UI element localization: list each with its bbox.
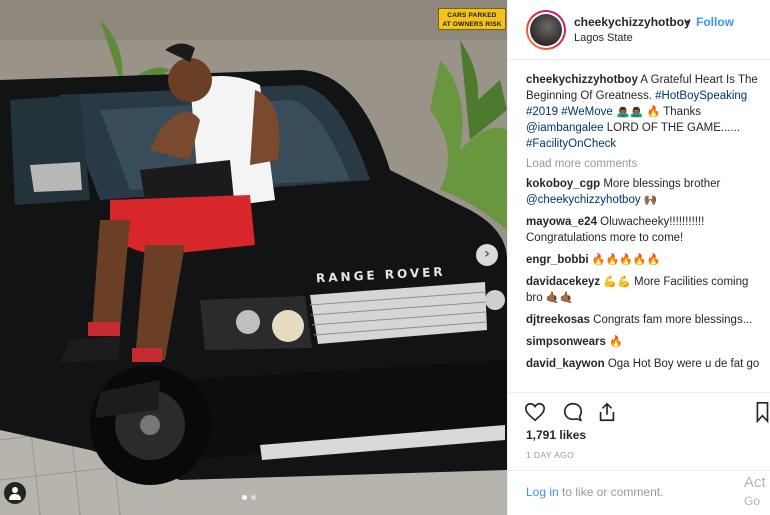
next-photo-button[interactable]: ›	[476, 244, 498, 266]
comment-item: davidacekeyz 💪💪 More Facilities coming b…	[526, 274, 764, 306]
carousel-dot-2	[251, 495, 256, 500]
comment-username[interactable]: djtreekosas	[526, 314, 590, 326]
post-sidebar: cheekychizzyhotboy • Follow Lagos State …	[507, 0, 770, 515]
bookmark-icon[interactable]	[755, 401, 769, 423]
mention-link[interactable]: @iambangalee	[526, 122, 604, 134]
post-header: cheekychizzyhotboy • Follow Lagos State	[508, 0, 770, 60]
post-photo[interactable]: CARS PARKED AT OWNERS RISK RANGE ROVER ›	[0, 0, 507, 515]
post-actions-bar	[508, 392, 770, 428]
login-prompt: Log in to like or comment.	[508, 470, 770, 515]
comment-item: david_kaywon Oga Hot Boy were u de fat g…	[526, 356, 764, 372]
hashtag-link[interactable]: #2019	[526, 106, 558, 118]
post-caption: cheekychizzyhotboy A Grateful Heart Is T…	[526, 72, 764, 152]
carousel-dot-1	[242, 495, 247, 500]
comment-item: engr_bobbi 🔥🔥🔥🔥🔥	[526, 252, 764, 268]
comment-item: simpsonwears 🔥	[526, 334, 764, 350]
comment-emoji: 🤙🏾🤙🏾	[545, 291, 574, 304]
comments-list[interactable]: cheekychizzyhotboy A Grateful Heart Is T…	[526, 72, 764, 386]
comment-text: More blessings brother	[603, 178, 721, 190]
avatar-image	[530, 14, 562, 46]
comment-text: Oga Hot Boy were u de fat go	[607, 358, 760, 370]
caption-emoji: 🙇🏾‍♂️🙇🏾‍♂️	[615, 105, 644, 118]
comment-emoji: 🔥	[609, 335, 623, 348]
follow-button[interactable]: Follow	[696, 15, 734, 29]
caption-emoji: 🔥	[646, 105, 661, 118]
comment-text: Congrats fam more blessings...	[593, 314, 753, 326]
comment-username[interactable]: simpsonwears	[526, 336, 606, 348]
hashtag-link[interactable]: #FacilityOnCheck	[526, 138, 616, 150]
sign-line-1: CARS PARKED	[447, 12, 497, 19]
hashtag-link[interactable]: #HotBoySpeaking	[655, 90, 747, 102]
caption-username[interactable]: cheekychizzyhotboy	[526, 74, 638, 86]
share-icon[interactable]	[596, 401, 618, 423]
login-link[interactable]: Log in	[526, 485, 559, 499]
comment-emoji: 💪💪	[603, 275, 631, 288]
location-link[interactable]: Lagos State	[574, 32, 633, 44]
photo-scene	[0, 0, 507, 515]
login-prompt-text: to like or comment.	[558, 485, 664, 499]
likes-count[interactable]: 1,791 likes	[526, 428, 586, 442]
hashtag-link[interactable]: #WeMove	[561, 106, 613, 118]
load-more-comments-button[interactable]: Load more comments	[526, 158, 764, 170]
comment-username[interactable]: david_kaywon	[526, 358, 605, 370]
comment-item: mayowa_e24 Oluwacheeky!!!!!!!!!!! Congra…	[526, 214, 764, 246]
parking-warning-sign: CARS PARKED AT OWNERS RISK	[438, 8, 506, 30]
mention-link[interactable]: @cheekychizzyhotboy	[526, 194, 641, 206]
comment-item: djtreekosas Congrats fam more blessings.…	[526, 312, 764, 328]
carousel-indicator	[242, 495, 256, 500]
header-separator: •	[686, 15, 691, 29]
caption-text-3: LORD OF THE GAME......	[606, 122, 741, 134]
comment-emoji: 🔥🔥🔥🔥🔥	[591, 253, 661, 266]
comment-username[interactable]: mayowa_e24	[526, 216, 597, 228]
chevron-right-icon: ›	[484, 246, 490, 262]
caption-text-2: Thanks	[663, 106, 701, 118]
comment-username[interactable]: davidacekeyz	[526, 276, 600, 288]
comment-username[interactable]: kokoboy_cgp	[526, 178, 600, 190]
comment-emoji: 🙌🏾	[643, 193, 658, 206]
user-tag-icon[interactable]	[4, 482, 26, 504]
heart-icon[interactable]	[524, 401, 546, 423]
avatar[interactable]	[526, 10, 566, 50]
post-date: 1 DAY AGO	[526, 450, 575, 460]
comment-item: kokoboy_cgp More blessings brother @chee…	[526, 176, 764, 208]
comment-username[interactable]: engr_bobbi	[526, 254, 589, 266]
comment-icon[interactable]	[562, 401, 584, 423]
sign-line-2: AT OWNERS RISK	[442, 21, 502, 28]
header-username[interactable]: cheekychizzyhotboy	[574, 15, 691, 29]
